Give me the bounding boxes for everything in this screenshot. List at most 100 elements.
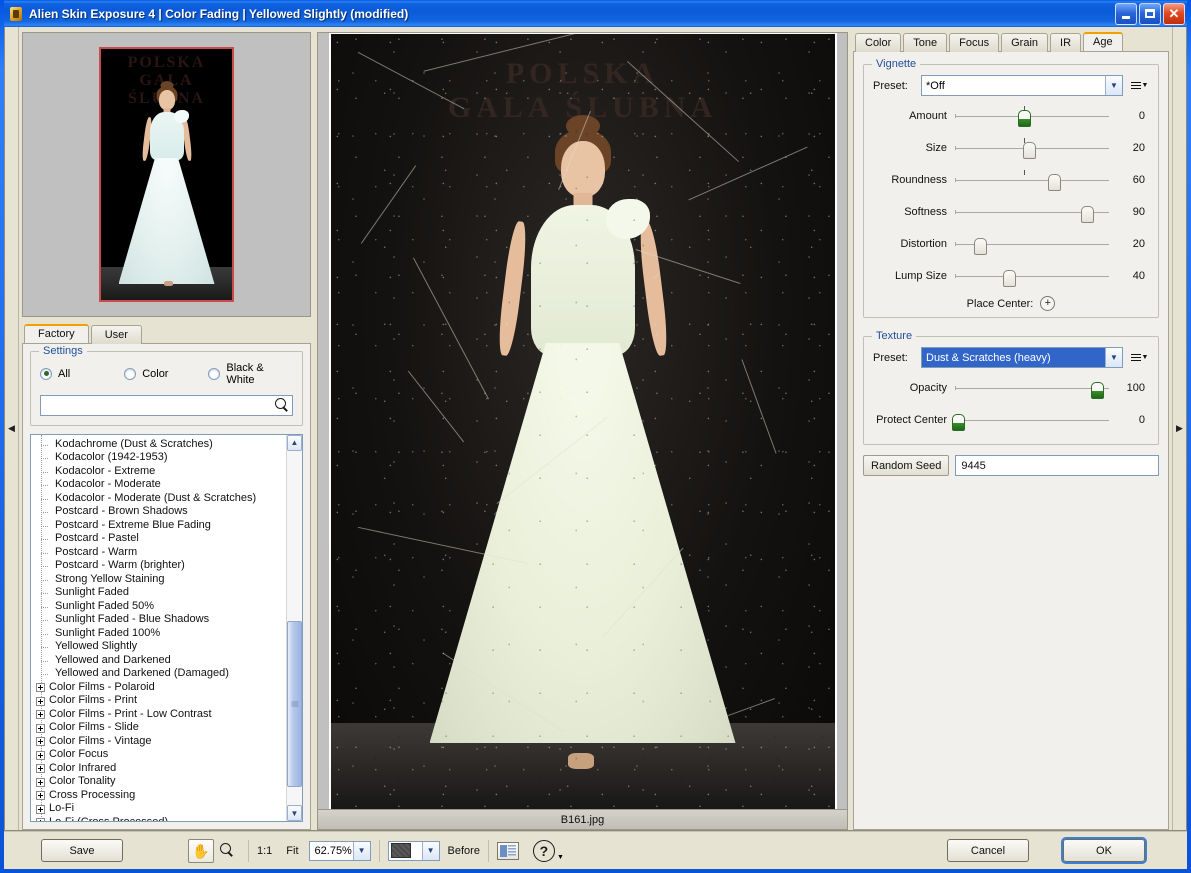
slider-track[interactable] bbox=[955, 232, 1109, 256]
list-item[interactable]: Sunlight Faded bbox=[35, 586, 286, 600]
thumbnail-preview[interactable]: POLSKA GALA ŚLUBNA bbox=[22, 32, 311, 317]
texture-menu-icon[interactable]: ▼ bbox=[1129, 354, 1149, 361]
slider-track[interactable] bbox=[955, 376, 1109, 400]
chevron-down-icon[interactable]: ▼ bbox=[1105, 348, 1122, 367]
slider-handle[interactable] bbox=[1003, 270, 1016, 287]
tab-user[interactable]: User bbox=[91, 325, 142, 344]
maximize-button[interactable] bbox=[1139, 3, 1161, 25]
save-button[interactable]: Save bbox=[41, 839, 123, 862]
title-bar[interactable]: Alien Skin Exposure 4 | Color Fading | Y… bbox=[4, 0, 1187, 27]
list-item[interactable]: Lo-Fi (Cross Processed) bbox=[35, 816, 286, 821]
slider-value[interactable]: 60 bbox=[1109, 174, 1149, 186]
expand-icon[interactable] bbox=[35, 724, 49, 733]
expand-icon[interactable] bbox=[35, 710, 49, 719]
before-swatch-dropdown[interactable]: ▼ bbox=[388, 841, 440, 861]
expand-icon[interactable] bbox=[35, 805, 49, 814]
scroll-thumb[interactable] bbox=[287, 621, 302, 787]
radio-color[interactable]: Color bbox=[124, 368, 208, 380]
slider-handle[interactable] bbox=[1018, 110, 1031, 127]
slider-value[interactable]: 100 bbox=[1109, 382, 1149, 394]
zoom-1-1-button[interactable]: 1:1 bbox=[257, 845, 272, 857]
slider-track[interactable] bbox=[955, 408, 1109, 432]
slider-handle[interactable] bbox=[1091, 382, 1104, 399]
list-item[interactable]: Color Films - Slide bbox=[35, 721, 286, 735]
cancel-button[interactable]: Cancel bbox=[947, 839, 1029, 862]
random-seed-button[interactable]: Random Seed bbox=[863, 455, 949, 476]
chevron-down-icon[interactable]: ▼ bbox=[353, 842, 370, 860]
expand-icon[interactable] bbox=[35, 697, 49, 706]
minimize-button[interactable] bbox=[1115, 3, 1137, 25]
list-item[interactable]: Sunlight Faded - Blue Shadows bbox=[35, 613, 286, 627]
preset-list-scrollbar[interactable]: ▲ ▼ bbox=[286, 435, 302, 821]
scroll-down-button[interactable]: ▼ bbox=[287, 805, 302, 821]
list-item[interactable]: Kodachrome (Dust & Scratches) bbox=[35, 438, 286, 452]
image-preview-area[interactable]: POLSKA GALA ŚLUBNA bbox=[317, 32, 848, 810]
help-question-icon[interactable]: ? bbox=[533, 840, 555, 862]
plus-target-icon[interactable]: + bbox=[1040, 296, 1055, 311]
radio-all[interactable]: All bbox=[40, 368, 124, 380]
tab-color[interactable]: Color bbox=[855, 33, 901, 52]
list-item[interactable]: Color Infrared bbox=[35, 762, 286, 776]
collapse-left-panel-button[interactable]: ◀ bbox=[5, 27, 19, 830]
expand-icon[interactable] bbox=[35, 778, 49, 787]
expand-icon[interactable] bbox=[35, 818, 49, 821]
list-item[interactable]: Cross Processing bbox=[35, 789, 286, 803]
expand-icon[interactable] bbox=[35, 764, 49, 773]
chevron-down-icon[interactable]: ▼ bbox=[1105, 76, 1122, 95]
split-view-icon[interactable] bbox=[497, 842, 519, 860]
slider-handle[interactable] bbox=[974, 238, 987, 255]
expand-icon[interactable] bbox=[35, 751, 49, 760]
list-item[interactable]: Kodacolor - Moderate (Dust & Scratches) bbox=[35, 492, 286, 506]
slider-value[interactable]: 40 bbox=[1109, 270, 1149, 282]
slider-track[interactable] bbox=[955, 264, 1109, 288]
slider-track[interactable] bbox=[955, 104, 1109, 128]
list-item[interactable]: Color Tonality bbox=[35, 775, 286, 789]
tab-tone[interactable]: Tone bbox=[903, 33, 947, 52]
list-item[interactable]: Sunlight Faded 100% bbox=[35, 627, 286, 641]
ok-button[interactable]: OK bbox=[1063, 839, 1145, 862]
search-input[interactable] bbox=[44, 399, 275, 411]
close-button[interactable]: ✕ bbox=[1163, 3, 1185, 25]
list-item[interactable]: Kodacolor - Moderate bbox=[35, 478, 286, 492]
vignette-menu-icon[interactable]: ▼ bbox=[1129, 82, 1149, 89]
list-item[interactable]: Sunlight Faded 50% bbox=[35, 600, 286, 614]
help-chevron-down-icon[interactable]: ▼ bbox=[557, 854, 564, 861]
list-item[interactable]: Postcard - Pastel bbox=[35, 532, 286, 546]
slider-track[interactable] bbox=[955, 136, 1109, 160]
preset-list[interactable]: Kodachrome (Dust & Scratches)Kodacolor (… bbox=[30, 434, 303, 822]
list-item[interactable]: Postcard - Warm (brighter) bbox=[35, 559, 286, 573]
radio-black-and-white[interactable]: Black & White bbox=[208, 362, 293, 386]
scroll-up-button[interactable]: ▲ bbox=[287, 435, 302, 451]
scroll-track[interactable] bbox=[287, 451, 302, 805]
slider-value[interactable]: 0 bbox=[1109, 414, 1149, 426]
slider-track[interactable] bbox=[955, 168, 1109, 192]
expand-icon[interactable] bbox=[35, 791, 49, 800]
tab-ir[interactable]: IR bbox=[1050, 33, 1081, 52]
hand-tool-icon[interactable]: ✋ bbox=[188, 839, 214, 863]
slider-value[interactable]: 90 bbox=[1109, 206, 1149, 218]
slider-value[interactable]: 0 bbox=[1109, 110, 1149, 122]
zoom-level-dropdown[interactable]: 62.75% ▼ bbox=[309, 841, 371, 861]
list-item[interactable]: Postcard - Warm bbox=[35, 546, 286, 560]
texture-preset-dropdown[interactable]: Dust & Scratches (heavy) ▼ bbox=[921, 347, 1123, 368]
list-item[interactable]: Kodacolor (1942-1953) bbox=[35, 451, 286, 465]
random-seed-value[interactable]: 9445 bbox=[955, 455, 1159, 476]
list-item[interactable]: Lo-Fi bbox=[35, 802, 286, 816]
tab-factory[interactable]: Factory bbox=[24, 324, 89, 343]
slider-track[interactable] bbox=[955, 200, 1109, 224]
list-item[interactable]: Color Films - Polaroid bbox=[35, 681, 286, 695]
list-item[interactable]: Color Films - Vintage bbox=[35, 735, 286, 749]
list-item[interactable]: Yellowed Slightly bbox=[35, 640, 286, 654]
list-item[interactable]: Postcard - Brown Shadows bbox=[35, 505, 286, 519]
expand-icon[interactable] bbox=[35, 683, 49, 692]
chevron-down-icon[interactable]: ▼ bbox=[422, 842, 439, 860]
slider-value[interactable]: 20 bbox=[1109, 142, 1149, 154]
list-item[interactable]: Yellowed and Darkened (Damaged) bbox=[35, 667, 286, 681]
tab-focus[interactable]: Focus bbox=[949, 33, 999, 52]
tab-grain[interactable]: Grain bbox=[1001, 33, 1048, 52]
slider-handle[interactable] bbox=[952, 414, 965, 431]
slider-value[interactable]: 20 bbox=[1109, 238, 1149, 250]
list-item[interactable]: Strong Yellow Staining bbox=[35, 573, 286, 587]
slider-handle[interactable] bbox=[1081, 206, 1094, 223]
list-item[interactable]: Postcard - Extreme Blue Fading bbox=[35, 519, 286, 533]
